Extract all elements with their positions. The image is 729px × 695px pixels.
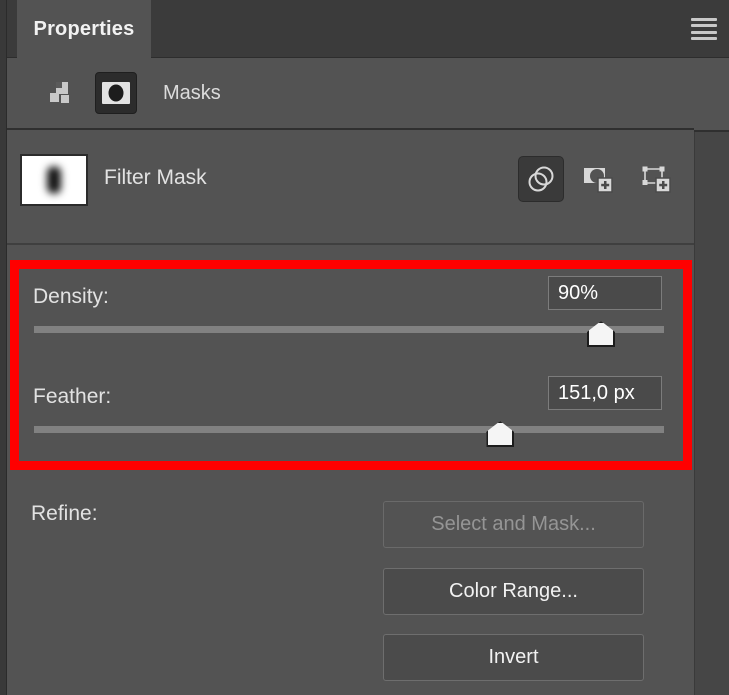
add-pixel-mask-glyph — [584, 168, 613, 193]
refine-section: Refine: Select and Mask... Color Range..… — [7, 479, 694, 695]
feather-slider-handle[interactable] — [486, 421, 515, 447]
hamburger-line — [691, 30, 717, 34]
panel-gutter-top — [694, 58, 729, 132]
panel-left-edge — [0, 0, 7, 695]
density-slider-track[interactable] — [34, 326, 664, 333]
mask-action-buttons — [518, 156, 680, 202]
overlapping-circles-glyph — [528, 166, 554, 192]
mask-thumbnail-blob — [47, 166, 61, 194]
feather-slider-track[interactable] — [34, 426, 664, 433]
mask-title: Filter Mask — [104, 166, 207, 189]
layer-mask-icon[interactable] — [95, 72, 137, 114]
layer-mask-glyph — [102, 82, 130, 104]
select-mask-icon[interactable] — [518, 156, 564, 202]
mask-mode-bar: Masks — [7, 58, 729, 130]
hamburger-line — [691, 24, 717, 28]
add-pixel-mask-icon[interactable] — [576, 156, 622, 202]
panel-tab-bar: Properties — [7, 0, 729, 58]
mask-mode-title: Masks — [163, 81, 221, 104]
hamburger-line — [691, 36, 717, 40]
properties-panel: Properties Masks Filter Mask Density: 90… — [0, 0, 729, 695]
refine-label: Refine: — [31, 502, 98, 525]
filter-mask-thumbnail[interactable] — [20, 154, 88, 206]
mask-sliders-section: Density: 90% Feather: 151,0 px — [7, 247, 694, 479]
tab-properties-label: Properties — [33, 17, 135, 40]
pixel-layer-glyph — [50, 82, 69, 103]
add-vector-mask-icon[interactable] — [634, 156, 680, 202]
feather-input[interactable]: 151,0 px — [548, 376, 662, 410]
tab-properties[interactable]: Properties — [17, 0, 151, 58]
select-and-mask-button[interactable]: Select and Mask... — [383, 501, 644, 548]
invert-button[interactable]: Invert — [383, 634, 644, 681]
add-vector-mask-glyph — [642, 166, 671, 193]
color-range-button[interactable]: Color Range... — [383, 568, 644, 615]
hamburger-line — [691, 18, 717, 21]
mask-info-row: Filter Mask — [7, 132, 694, 245]
density-slider-handle[interactable] — [587, 321, 615, 347]
density-input[interactable]: 90% — [548, 276, 662, 310]
density-label: Density: — [33, 285, 109, 308]
hamburger-menu-icon[interactable] — [691, 18, 717, 40]
panel-scroll-gutter[interactable] — [694, 58, 729, 695]
feather-label: Feather: — [33, 385, 112, 408]
pixel-layer-icon[interactable] — [39, 72, 81, 114]
